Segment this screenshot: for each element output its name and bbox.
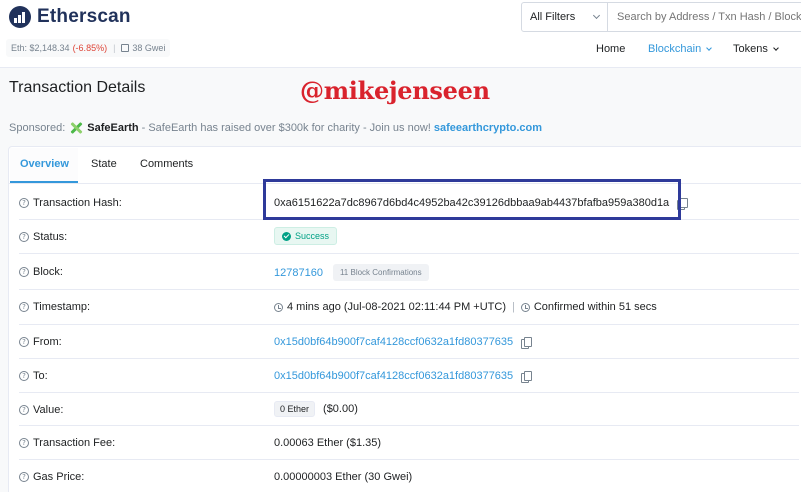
copy-icon[interactable] (521, 336, 533, 349)
fee-label: ? Transaction Fee: (19, 437, 115, 449)
gas-price-value: 0.00000003 Ether (30 Gwei) (274, 471, 412, 483)
nav-home[interactable]: Home (596, 43, 625, 55)
row-divider (19, 253, 799, 254)
fee-text: 0.00063 Ether ($1.35) (274, 437, 382, 449)
search-bar: All Filters (521, 2, 801, 32)
value-label-text: Value: (33, 404, 64, 416)
row-divider (19, 425, 799, 426)
question-circle-icon[interactable]: ? (19, 405, 29, 415)
price-separator: | (113, 43, 116, 53)
from-address-link[interactable]: 0x15d0bf64b900f7caf4128ccf0632a1fd803776… (274, 336, 513, 348)
block-confirmations-badge: 11 Block Confirmations (332, 264, 429, 281)
status-value: Success (274, 227, 338, 245)
question-circle-icon[interactable]: ? (19, 198, 29, 208)
page-title: Transaction Details (9, 79, 146, 96)
confirmed-within-text: Confirmed within 51 secs (533, 301, 657, 313)
nav-tokens[interactable]: Tokens (733, 43, 779, 55)
nav-tokens-label: Tokens (733, 43, 768, 55)
nav-home-label: Home (596, 43, 626, 55)
top-header: Etherscan Eth: $2,148.34 (-6.85%) | 38 G… (0, 0, 801, 68)
tx-hash-label-text: Transaction Hash: (33, 197, 122, 209)
gas-pump-icon (121, 44, 130, 52)
gas-price-text: 0.00000003 Ether (30 Gwei) (274, 471, 413, 483)
status-text: Success (295, 231, 330, 241)
sponsor-link[interactable]: safeearthcrypto.com (434, 122, 542, 134)
block-label-text: Block: (33, 266, 63, 278)
highlight-box-annotation (263, 179, 681, 220)
gas-price-label: ? Gas Price: (19, 471, 84, 483)
gas-price-label-text: Gas Price: (33, 471, 85, 483)
row-divider (19, 358, 799, 359)
chevron-down-icon (706, 44, 713, 51)
nav-blockchain[interactable]: Blockchain (648, 43, 713, 55)
watermark-text: @mikejenseen (300, 76, 490, 105)
status-label: ? Status: (19, 231, 67, 243)
row-divider (19, 392, 799, 393)
sponsor-brand[interactable]: SafeEarth (87, 122, 138, 134)
sponsored-label: Sponsored: (9, 122, 66, 134)
logo-text: Etherscan (37, 6, 131, 27)
block-number-link[interactable]: 12787160 (274, 267, 323, 279)
timestamp-label-text: Timestamp: (33, 301, 91, 313)
check-circle-icon (282, 231, 291, 241)
question-circle-icon[interactable]: ? (19, 267, 29, 277)
block-value: 12787160 11 Block Confirmations (274, 264, 429, 281)
to-address-link[interactable]: 0x15d0bf64b900f7caf4128ccf0632a1fd803776… (274, 370, 513, 382)
status-badge: Success (274, 227, 338, 245)
sponsor-text: - SafeEarth has raised over $300k for ch… (141, 122, 431, 134)
value-value: 0 Ether ($0.00) (274, 401, 358, 417)
value-usd: ($0.00) (323, 403, 358, 415)
timestamp-label: ? Timestamp: (19, 301, 90, 313)
clock-icon (274, 302, 283, 312)
ether-amount-badge: 0 Ether (274, 401, 316, 417)
stopwatch-icon (520, 302, 530, 312)
search-input[interactable] (608, 3, 801, 31)
search-filter-select[interactable]: All Filters (522, 3, 608, 31)
chevron-down-icon (773, 44, 779, 51)
row-divider (19, 459, 799, 460)
from-value: 0x15d0bf64b900f7caf4128ccf0632a1fd803776… (274, 336, 533, 349)
nav-blockchain-label: Blockchain (648, 43, 702, 55)
question-circle-icon[interactable]: ? (19, 472, 29, 482)
question-circle-icon[interactable]: ? (19, 371, 29, 381)
etherscan-logo-icon (9, 6, 31, 28)
tx-hash-label: ? Transaction Hash: (19, 197, 122, 209)
row-divider (19, 324, 799, 325)
question-circle-icon[interactable]: ? (19, 438, 29, 448)
timestamp-value: 4 mins ago (Jul-08-2021 02:11:44 PM +UTC… (274, 301, 657, 313)
tab-overview[interactable]: Overview (20, 158, 69, 170)
eth-price[interactable]: Eth: $2,148.34 (11, 43, 70, 53)
chevron-down-icon (592, 11, 601, 20)
tab-state[interactable]: State (91, 158, 117, 170)
question-circle-icon[interactable]: ? (19, 302, 29, 312)
etherscan-logo[interactable]: Etherscan (9, 6, 131, 28)
sponsored-banner: Sponsored: SafeEarth - SafeEarth has rai… (9, 121, 542, 135)
fee-label-text: Transaction Fee: (33, 437, 116, 449)
value-label: ? Value: (19, 404, 63, 416)
fee-value: 0.00063 Ether ($1.35) (274, 437, 381, 449)
from-label-text: From: (33, 336, 62, 348)
question-circle-icon[interactable]: ? (19, 232, 29, 242)
status-label-text: Status: (33, 231, 68, 243)
timestamp-text: 4 mins ago (Jul-08-2021 02:11:44 PM +UTC… (287, 301, 506, 313)
to-value: 0x15d0bf64b900f7caf4128ccf0632a1fd803776… (274, 370, 533, 383)
block-label: ? Block: (19, 266, 63, 278)
to-label: ? To: (19, 370, 48, 382)
row-divider (19, 289, 799, 290)
timestamp-separator: | (512, 301, 515, 313)
to-label-text: To: (33, 370, 48, 382)
safeearth-logo-icon (69, 121, 83, 135)
filter-label: All Filters (530, 11, 576, 23)
from-label: ? From: (19, 336, 62, 348)
eth-price-bar: Eth: $2,148.34 (-6.85%) | 38 Gwei (6, 39, 171, 57)
copy-icon[interactable] (521, 370, 533, 383)
eth-price-change: (-6.85%) (72, 43, 108, 53)
gas-price-header[interactable]: 38 Gwei (132, 43, 165, 53)
question-circle-icon[interactable]: ? (19, 337, 29, 347)
tab-comments[interactable]: Comments (140, 158, 193, 170)
